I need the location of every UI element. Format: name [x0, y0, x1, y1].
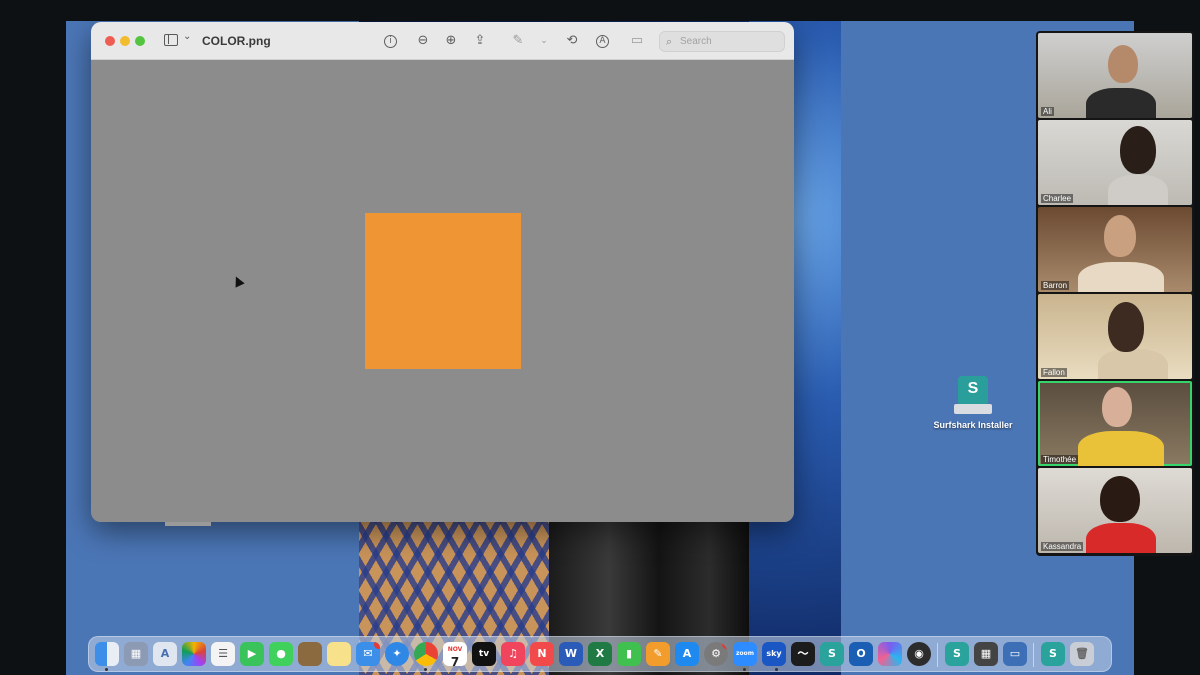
sidebar-icon	[164, 34, 178, 46]
video-gallery: Ali Charlee Barron Fallon Timothée Kassa…	[1036, 31, 1194, 556]
safari-icon[interactable]: ✦	[385, 642, 409, 666]
facetime-icon[interactable]: ▶	[240, 642, 264, 666]
desktop-folder-icon[interactable]: ▭	[1003, 642, 1027, 666]
preview-window[interactable]: ⌄ COLOR.png i ⊖ ⊕ ⇪ ✎ ⌄ ⟲ A ▭ ⌕	[91, 22, 794, 522]
apple-tv-icon[interactable]: tv	[472, 642, 496, 666]
participant-tile[interactable]: Kassandra	[1038, 468, 1192, 553]
participant-video	[1108, 45, 1138, 83]
pages-icon[interactable]: ✎	[646, 642, 670, 666]
participant-tile[interactable]: Fallon	[1038, 294, 1192, 379]
notes-icon[interactable]	[327, 642, 351, 666]
sky-go-icon[interactable]: sky	[762, 642, 786, 666]
participant-video	[1078, 262, 1164, 292]
participant-video	[1086, 523, 1156, 553]
chevron-down-icon[interactable]: ⌄	[535, 32, 553, 50]
participant-video	[1100, 476, 1140, 522]
word-icon[interactable]: W	[559, 642, 583, 666]
launchpad-icon[interactable]: ▦	[124, 642, 148, 666]
app-store-icon[interactable]: A	[675, 642, 699, 666]
excel-icon[interactable]: X	[588, 642, 612, 666]
participant-video	[1108, 175, 1168, 205]
chevron-down-icon: ⌄	[183, 31, 192, 42]
running-indicator	[743, 668, 746, 671]
zoom-icon[interactable]: zoom	[733, 642, 757, 666]
participant-video	[1108, 302, 1144, 352]
participant-name: Fallon	[1041, 368, 1067, 377]
calendar-day: 7	[450, 655, 460, 666]
system-settings-icon[interactable]: ⚙	[704, 642, 728, 666]
annotate-icon[interactable]: A	[596, 35, 609, 48]
participant-name: Charlee	[1041, 194, 1074, 203]
participant-tile[interactable]: Barron	[1038, 207, 1192, 292]
participant-video	[1086, 88, 1156, 118]
dock-separator	[1033, 643, 1034, 667]
messages-icon[interactable]: ●	[269, 642, 293, 666]
maximize-button[interactable]	[135, 36, 145, 46]
participant-video	[1104, 215, 1136, 257]
rotate-icon[interactable]: ⟲	[563, 32, 581, 50]
running-indicator	[775, 668, 778, 671]
signature-icon[interactable]: ▭	[628, 32, 646, 50]
dock-separator	[937, 643, 938, 667]
zoom-out-icon[interactable]: ⊖	[414, 32, 432, 50]
participant-tile-active-speaker[interactable]: Timothée	[1038, 381, 1192, 466]
minimize-button[interactable]	[120, 36, 130, 46]
info-icon[interactable]: i	[384, 35, 397, 48]
desktop: ⌄ COLOR.png i ⊖ ⊕ ⇪ ✎ ⌄ ⟲ A ▭ ⌕ Search S…	[66, 21, 1134, 675]
title-bar[interactable]: ⌄ COLOR.png i ⊖ ⊕ ⇪ ✎ ⌄ ⟲ A ▭ ⌕	[91, 22, 794, 60]
participant-video	[1120, 126, 1156, 174]
desktop-icon-label: Surfshark Installer	[933, 420, 1013, 430]
surfshark-installer-icon[interactable]: S	[1041, 642, 1065, 666]
photos-icon[interactable]	[182, 642, 206, 666]
orange-square-image	[365, 213, 521, 369]
image-canvas[interactable]	[91, 60, 794, 522]
music-icon[interactable]: ♫	[501, 642, 525, 666]
participant-video	[1078, 431, 1164, 466]
outlook-icon[interactable]: O	[849, 642, 873, 666]
running-indicator	[424, 668, 427, 671]
stocks-icon[interactable]: 〜	[791, 642, 815, 666]
zoom-label: zoom	[736, 650, 754, 657]
participant-name: Ali	[1041, 107, 1054, 116]
numbers-icon[interactable]: ▮	[617, 642, 641, 666]
preview-icon[interactable]: A	[153, 642, 177, 666]
window-title: COLOR.png	[202, 34, 271, 48]
quicktime-icon[interactable]: ◉	[907, 642, 931, 666]
search-input[interactable]	[680, 34, 780, 49]
surfshark-icon[interactable]: S	[820, 642, 844, 666]
search-icon: ⌕	[666, 35, 673, 48]
participant-name: Timothée	[1041, 455, 1079, 464]
mouse-cursor-icon	[231, 274, 245, 288]
participant-tile[interactable]: Charlee	[1038, 120, 1192, 205]
window-edge	[165, 522, 211, 526]
dock: ▦ A ☰ ▶ ● ✉ ✦ NOV 7 tv ♫ N W X ▮ ✎ A ⚙ z…	[88, 636, 1112, 672]
close-button[interactable]	[105, 36, 115, 46]
participant-tile[interactable]: Ali	[1038, 33, 1192, 118]
search-field[interactable]: ⌕	[659, 31, 785, 52]
mail-icon[interactable]: ✉	[356, 642, 380, 666]
participant-video	[1102, 387, 1132, 427]
chrome-icon[interactable]	[414, 642, 438, 666]
zoom-in-icon[interactable]: ⊕	[442, 32, 460, 50]
copilot-icon[interactable]	[878, 642, 902, 666]
sky-label: sky	[766, 649, 782, 658]
trash-icon[interactable]: 🗑	[1070, 642, 1094, 666]
surfshark-icon: S	[954, 376, 992, 416]
sidebar-toggle-button[interactable]: ⌄	[164, 31, 192, 48]
markup-pen-icon[interactable]: ✎	[509, 32, 527, 50]
running-indicator	[105, 668, 108, 671]
participant-name: Barron	[1041, 281, 1070, 290]
news-icon[interactable]: N	[530, 642, 554, 666]
participant-name: Kassandra	[1041, 542, 1084, 551]
calculator-icon[interactable]: ▦	[974, 642, 998, 666]
participant-video	[1098, 349, 1168, 379]
maps-icon[interactable]	[298, 642, 322, 666]
share-icon[interactable]: ⇪	[471, 32, 489, 50]
surfshark-vpn-icon[interactable]: S	[945, 642, 969, 666]
surfshark-installer-desktop-icon[interactable]: S Surfshark Installer	[928, 376, 1018, 430]
calendar-icon[interactable]: NOV 7	[443, 642, 467, 666]
reminders-icon[interactable]: ☰	[211, 642, 235, 666]
finder-icon[interactable]	[95, 642, 119, 666]
